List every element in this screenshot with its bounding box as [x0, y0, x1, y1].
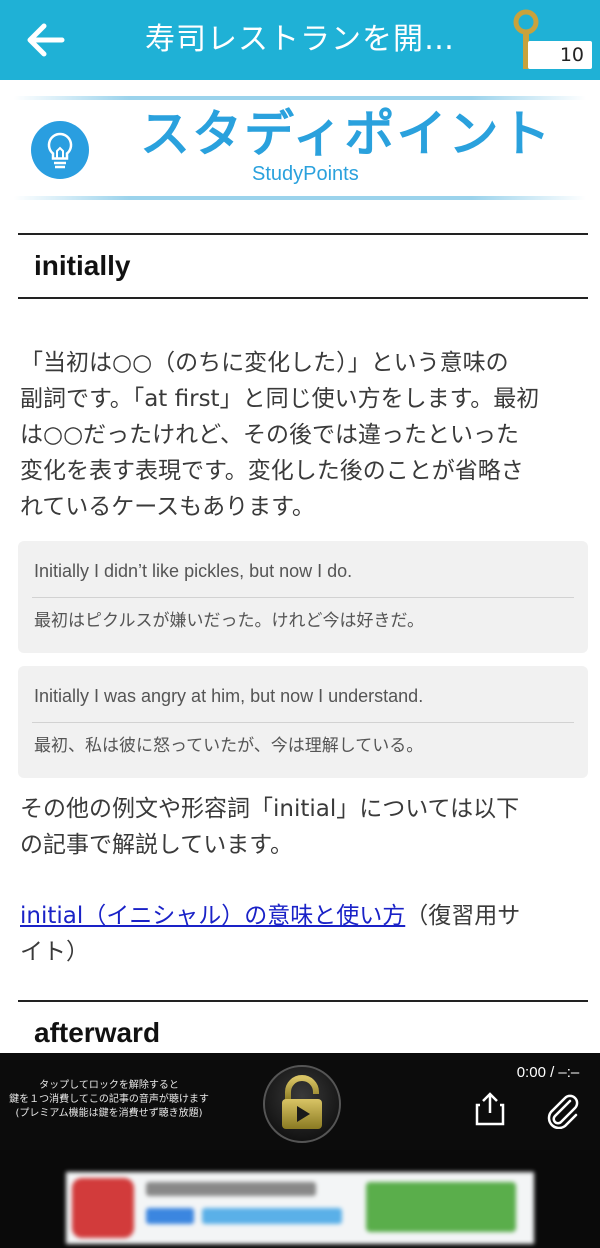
section-heading-text: afterward: [34, 1017, 161, 1048]
example-english: Initially I didn’t like pickles, but now…: [34, 561, 353, 581]
paragraph-line: 「当初は○○（のちに変化した）」という意味の: [20, 350, 509, 376]
banner-subtitle: StudyPoints: [252, 163, 359, 185]
ad-banner[interactable]: [66, 1172, 534, 1244]
paragraph-line: 副詞です。「at first」と同じ使い方をします。最初: [20, 386, 540, 412]
share-icon[interactable]: [474, 1091, 506, 1127]
note-line: 鍵を１つ消費してこの記事の音声が聴けます: [9, 1094, 209, 1105]
example-box: Initially I was angry at him, but now I …: [18, 666, 588, 778]
review-site-link[interactable]: initial（イニシャル）の意味と使い方: [20, 903, 405, 929]
note-line: (プレミアム機能は鍵を消費せず聴き放題): [15, 1108, 203, 1119]
unlock-audio-note: タップしてロックを解除すると 鍵を１つ消費してこの記事の音声が聴けます (プレミ…: [0, 1079, 218, 1121]
lock-play-icon[interactable]: [262, 1065, 342, 1143]
ad-banner-area: [0, 1150, 600, 1248]
playback-time: 0:00 / –:–: [516, 1064, 580, 1081]
example-box: Initially I didn’t like pickles, but now…: [18, 541, 588, 653]
example-divider: [32, 597, 574, 598]
paragraph-line: は○○だったけれど、その後では違ったといった: [20, 422, 519, 448]
audio-player-bar: タップしてロックを解除すると 鍵を１つ消費してこの記事の音声が聴けます (プレミ…: [0, 1053, 600, 1150]
lightbulb-icon: [31, 121, 89, 179]
study-points-banner: スタディポイント StudyPoints: [14, 96, 586, 204]
banner-divider-bottom: [14, 196, 586, 200]
link-suffix: （復習用サ: [405, 903, 521, 929]
paragraph-line: の記事で解説しています。: [20, 832, 294, 858]
note-line: タップしてロックを解除すると: [39, 1080, 179, 1091]
example-japanese: 最初はピクルスが嫌いだった。けれど今は好きだ。: [34, 611, 424, 631]
ad-app-icon: [72, 1178, 134, 1238]
banner-divider-top: [14, 96, 586, 100]
ad-title-blur: [146, 1182, 316, 1196]
paperclip-icon[interactable]: [544, 1091, 580, 1129]
page-title: 寿司レストランを開…: [145, 22, 455, 57]
ad-bar-blur: [146, 1208, 194, 1224]
review-link-paragraph: initial（イニシャル）の意味と使い方（復習用サ イト）: [20, 898, 588, 970]
example-japanese: 最初、私は彼に怒っていたが、今は理解している。: [34, 736, 424, 756]
paragraph-line: その他の例文や形容詞「initial」については以下: [20, 796, 520, 822]
key-count-badge: 10: [528, 41, 592, 69]
example-english: Initially I was angry at him, but now I …: [34, 686, 424, 706]
ad-cta-button[interactable]: [366, 1182, 516, 1232]
section-heading-afterward: afterward: [18, 1000, 588, 1060]
explanation-paragraph: 「当初は○○（のちに変化した）」という意味の 副詞です。「at first」と同…: [20, 345, 588, 525]
section-heading-text: initially: [34, 250, 131, 281]
ad-bar-blur: [202, 1208, 342, 1224]
paragraph-line: 変化を表す表現です。変化した後のことが省略さ: [20, 458, 524, 484]
link-suffix: イト）: [20, 939, 89, 965]
banner-title: スタディポイント: [140, 105, 553, 163]
section-heading-initially: initially: [18, 233, 588, 299]
more-info-paragraph: その他の例文や形容詞「initial」については以下 の記事で解説しています。: [20, 791, 588, 863]
example-divider: [32, 722, 574, 723]
app-header: 寿司レストランを開… 10: [0, 0, 600, 80]
paragraph-line: れているケースもあります。: [20, 494, 315, 520]
